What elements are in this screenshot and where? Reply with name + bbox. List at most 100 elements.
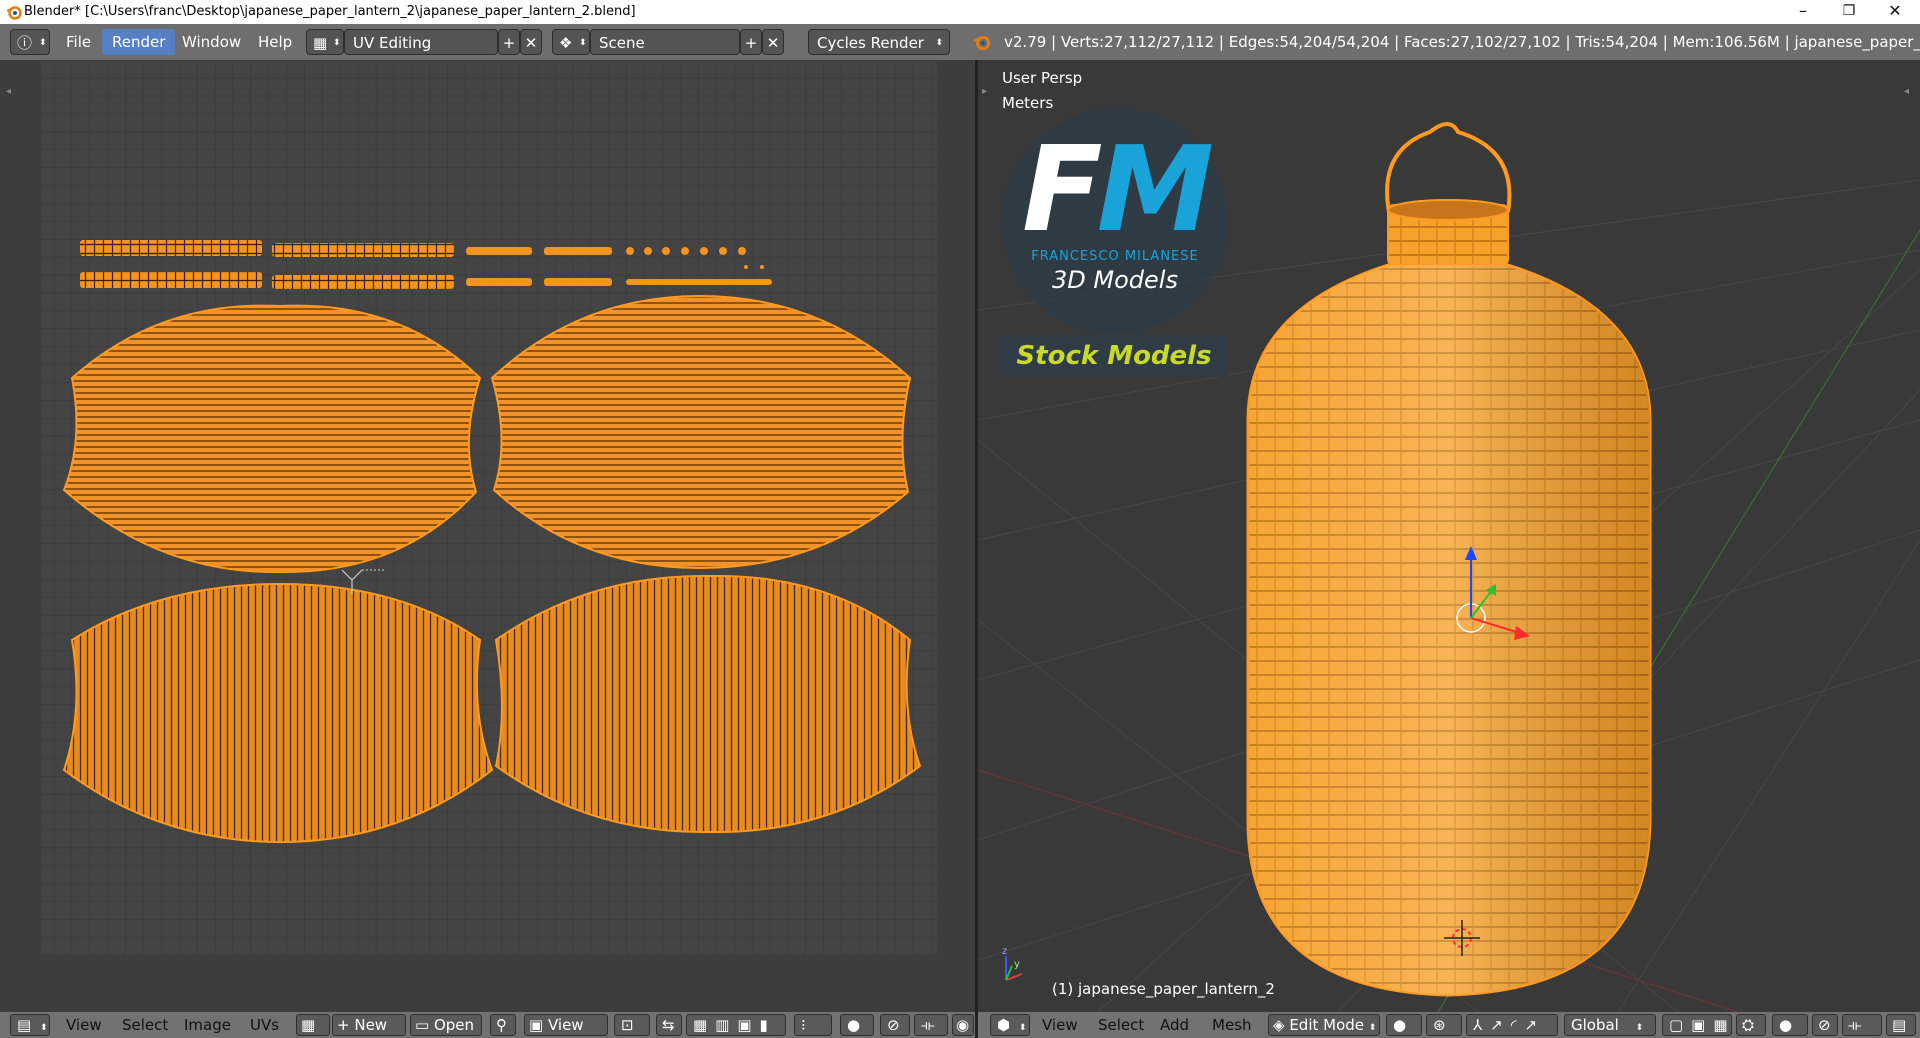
open-image-button[interactable]: ▭ Open xyxy=(410,1014,482,1036)
pivot-point-icon[interactable]: ⊛ xyxy=(1426,1014,1462,1036)
vp-menu-mesh[interactable]: Mesh xyxy=(1212,1012,1252,1038)
region-toggle-icon[interactable]: ◂ xyxy=(1904,86,1909,97)
view-mode-label: View xyxy=(547,1016,584,1034)
uv-editor-type-button[interactable]: ▤ ⬍ xyxy=(10,1014,50,1036)
vp-menu-add[interactable]: Add xyxy=(1160,1012,1189,1038)
view-name-label: User Persp xyxy=(1002,69,1083,87)
uv-menu-image[interactable]: Image xyxy=(184,1012,231,1038)
remove-scene-icon[interactable]: ✕ xyxy=(762,29,784,55)
add-layout-icon[interactable]: + xyxy=(498,29,520,55)
proportional-edit-icon[interactable]: ● xyxy=(840,1014,874,1036)
snap-icon[interactable]: ⊘ xyxy=(1812,1014,1838,1036)
menu-file[interactable]: File xyxy=(56,29,101,55)
pivot-icon[interactable]: ⊡ xyxy=(614,1014,650,1036)
chevron-updown-icon: ⬍ xyxy=(1018,1023,1027,1033)
blender-logo-icon xyxy=(973,36,991,51)
scene-icon: ❖ xyxy=(559,34,573,52)
render-engine-dropdown[interactable]: Cycles Render ⬍ xyxy=(808,29,950,55)
new-image-button[interactable]: + New xyxy=(332,1014,406,1036)
sticky-select-icon[interactable]: ⁝ xyxy=(794,1014,832,1036)
region-toggle-icon[interactable]: ◂ xyxy=(6,86,11,97)
active-object-label: (1) japanese_paper_lantern_2 xyxy=(1052,980,1275,998)
menu-render[interactable]: Render xyxy=(102,29,176,55)
uv-island-top-right xyxy=(490,294,912,570)
mode-dropdown[interactable]: ◈ Edit Mode ⬍ xyxy=(1268,1014,1380,1036)
viewport-editor-type-button[interactable]: ⬢ ⬍ xyxy=(990,1014,1030,1036)
vp-menu-select[interactable]: Select xyxy=(1098,1012,1144,1038)
close-icon[interactable]: ✕ xyxy=(1872,0,1918,24)
render-engine-label: Cycles Render xyxy=(817,34,924,52)
select-mode-icons[interactable]: ▢▣▦ xyxy=(1662,1014,1732,1036)
layout-icon: ▦ xyxy=(313,34,328,52)
menu-help[interactable]: Help xyxy=(248,29,302,55)
remove-layout-icon[interactable]: ✕ xyxy=(520,29,542,55)
tool-shelf-toggle-icon[interactable]: ▸ xyxy=(982,86,987,97)
edit-mode-icon: ◈ xyxy=(1273,1016,1285,1034)
new-label: New xyxy=(354,1016,388,1034)
proportional-edit-icon[interactable]: ● xyxy=(1772,1014,1808,1036)
uv-snap-target-icon[interactable]: ⟛ xyxy=(914,1014,948,1036)
uv-menu-view[interactable]: View xyxy=(66,1012,102,1038)
menu-window[interactable]: Window xyxy=(172,29,251,55)
chevron-updown-icon: ⬍ xyxy=(1368,1023,1377,1033)
blender-logo-icon xyxy=(6,6,22,20)
chevron-updown-icon: ⬍ xyxy=(935,38,943,48)
cube-icon: ⬢ xyxy=(997,1016,1011,1034)
minimize-icon[interactable]: – xyxy=(1780,0,1826,24)
open-label: Open xyxy=(433,1016,475,1034)
plus-icon: + xyxy=(337,1016,350,1034)
watermark-name: FRANCESCO MILANESE xyxy=(1031,249,1199,264)
uv-editor-footer: ▤ ⬍ View Select Image UVs ▦ + New ▭ Open… xyxy=(0,1012,975,1038)
viewport-footer: ⬢ ⬍ View Select Add Mesh ◈ Edit Mode ⬍ ●… xyxy=(978,1012,1920,1038)
window-titlebar: Blender* [C:\Users\franc\Desktop\japanes… xyxy=(0,0,1920,24)
snap-icon[interactable]: ⊘ xyxy=(880,1014,910,1036)
snap-element-icon[interactable]: ⟛ xyxy=(1842,1014,1882,1036)
scene-browse-button[interactable]: ❖ ⬍ xyxy=(552,29,590,55)
chevron-updown-icon: ⬍ xyxy=(39,1023,48,1033)
uv-menu-uvs[interactable]: UVs xyxy=(250,1012,279,1038)
view-mode-dropdown[interactable]: ▣ View xyxy=(524,1014,608,1036)
manipulator-icons[interactable]: ⅄↗◜↗ xyxy=(1466,1014,1558,1036)
folder-icon: ▭ xyxy=(415,1016,430,1034)
info-icon: ⓘ xyxy=(17,34,33,52)
scene-name-field[interactable]: Scene xyxy=(590,29,740,55)
sync-selection-icon[interactable]: ⇆ xyxy=(656,1014,682,1036)
watermark-badge: Stock Models xyxy=(1000,335,1228,377)
uv-select-mode-icons[interactable]: ▦▥▣▮ xyxy=(686,1014,786,1036)
chevron-updown-icon: ⬍ xyxy=(333,38,341,48)
editor-type-info-button[interactable]: ⓘ ⬍ xyxy=(10,29,50,55)
units-label: Meters xyxy=(1002,94,1054,112)
uv-canvas[interactable]: ◂ xyxy=(0,60,977,1012)
layers-icon[interactable]: ▤ xyxy=(1886,1014,1916,1036)
view-icon: ▣ xyxy=(529,1016,544,1034)
uv-island-top-left xyxy=(62,304,482,574)
uv-island-bottom-right xyxy=(494,574,922,834)
image-browse-button[interactable]: ▦ xyxy=(296,1014,330,1036)
watermark-fm: FM xyxy=(1022,120,1214,258)
add-scene-icon[interactable]: + xyxy=(740,29,762,55)
vp-menu-view[interactable]: View xyxy=(1042,1012,1078,1038)
layout-browse-button[interactable]: ▦ ⬍ xyxy=(306,29,344,55)
chevron-updown-icon: ⬍ xyxy=(1635,1023,1644,1033)
svg-text:y: y xyxy=(1014,959,1020,970)
info-header: ⓘ ⬍ File Render Window Help ▦ ⬍ UV Editi… xyxy=(0,24,1920,60)
window-title: Blender* [C:\Users\franc\Desktop\japanes… xyxy=(24,4,636,19)
layout-name-field[interactable]: UV Editing xyxy=(344,29,498,55)
uv-menu-select[interactable]: Select xyxy=(122,1012,168,1038)
scene-statistics: v2.79 | Verts:27,112/27,112 | Edges:54,2… xyxy=(1004,33,1920,51)
uv-render-icon[interactable]: ◉ xyxy=(952,1014,974,1036)
uv-editor-area[interactable]: ◂ xyxy=(0,60,977,1012)
svg-text:z: z xyxy=(1002,946,1007,957)
image-icon: ▦ xyxy=(301,1016,316,1034)
orientation-label: Global xyxy=(1571,1016,1619,1034)
transform-orientation-dropdown[interactable]: Global ⬍ xyxy=(1564,1014,1656,1036)
viewport-shading-icon[interactable]: ● xyxy=(1386,1014,1422,1036)
pin-icon[interactable]: ⚲ xyxy=(490,1014,516,1036)
mode-label: Edit Mode xyxy=(1289,1016,1365,1034)
chevron-updown-icon: ⬍ xyxy=(39,38,47,48)
occlude-geometry-icon[interactable]: ⛭ xyxy=(1736,1014,1766,1036)
restore-icon[interactable]: ❐ xyxy=(1826,0,1872,24)
uv-island-bottom-left xyxy=(62,582,494,844)
image-editor-icon: ▤ xyxy=(17,1016,32,1034)
watermark-subtitle: 3D Models xyxy=(1052,266,1178,294)
